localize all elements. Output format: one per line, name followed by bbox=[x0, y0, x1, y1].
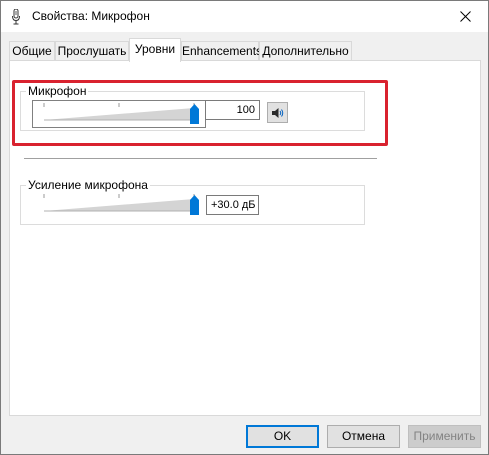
tab-listen[interactable]: Прослушать bbox=[55, 41, 129, 61]
separator-line bbox=[24, 158, 377, 159]
boost-slider-thumb[interactable] bbox=[189, 195, 199, 215]
boost-slider[interactable] bbox=[32, 194, 206, 222]
close-button[interactable] bbox=[442, 1, 488, 32]
ok-button[interactable]: OK bbox=[246, 425, 319, 448]
tab-enhancements[interactable]: Enhancements bbox=[181, 41, 262, 61]
tab-levels[interactable]: Уровни bbox=[129, 38, 181, 62]
title-bar[interactable]: Свойства: Микрофон bbox=[1, 1, 488, 32]
dialog-window: Свойства: Микрофон Общие Прослушать Уров… bbox=[0, 0, 489, 455]
boost-group-label: Усиление микрофона bbox=[26, 178, 150, 192]
boost-level-value[interactable]: +30.0 дБ bbox=[206, 195, 259, 215]
microphone-icon bbox=[11, 8, 21, 25]
apply-button[interactable]: Применить bbox=[408, 425, 481, 448]
boost-slider-track bbox=[43, 194, 195, 212]
highlight-frame bbox=[12, 80, 388, 146]
cancel-button[interactable]: Отмена bbox=[327, 425, 400, 448]
window-title: Свойства: Микрофон bbox=[32, 9, 150, 23]
close-icon bbox=[459, 11, 471, 22]
tab-advanced[interactable]: Дополнительно bbox=[259, 41, 352, 61]
tab-general[interactable]: Общие bbox=[9, 41, 55, 61]
